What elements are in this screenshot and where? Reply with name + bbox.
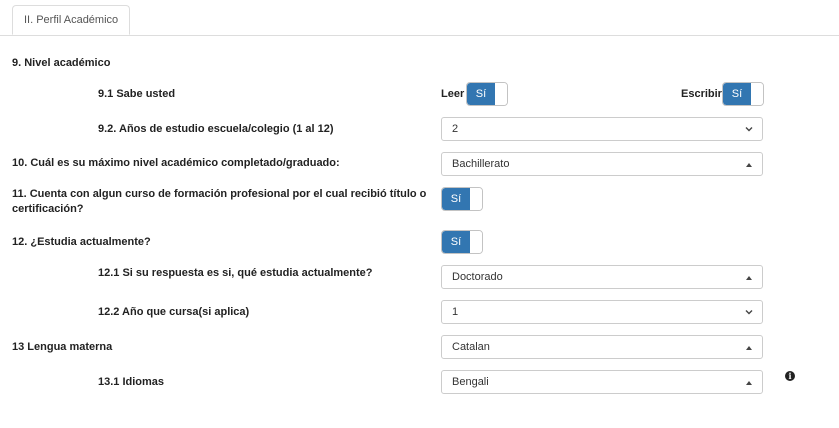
escribir-toggle[interactable]: Sí bbox=[722, 82, 764, 106]
anio-cursa-value: 1 bbox=[452, 306, 459, 318]
anios-estudio-value: 2 bbox=[452, 123, 459, 135]
q10-label: 10. Cuál es su máximo nivel académico co… bbox=[12, 157, 340, 169]
idiomas-value: Bengali bbox=[452, 376, 489, 388]
chevron-down-icon bbox=[745, 127, 753, 132]
q12-2-label: 12.2 Año que cursa(si aplica) bbox=[98, 306, 250, 318]
chevron-down-icon bbox=[745, 310, 753, 315]
idiomas-select[interactable]: Bengali bbox=[441, 370, 763, 394]
que-estudia-select[interactable]: Doctorado bbox=[441, 265, 763, 289]
curso-formacion-toggle[interactable]: Sí bbox=[441, 187, 483, 211]
anios-estudio-select[interactable]: 2 bbox=[441, 117, 763, 141]
toggle-knob bbox=[471, 188, 482, 210]
caret-up-icon bbox=[746, 276, 752, 280]
estudia-actualmente-toggle-on: Sí bbox=[442, 231, 470, 253]
q9-1-label: 9.1 Sabe usted bbox=[98, 88, 176, 100]
q12-label: 12. ¿Estudia actualmente? bbox=[12, 236, 151, 248]
lengua-materna-select[interactable]: Catalan bbox=[441, 335, 763, 359]
q13-label: 13 Lengua materna bbox=[12, 341, 113, 353]
info-circle-icon[interactable]: i bbox=[785, 371, 795, 381]
q11-label-line1: 11. Cuenta con algun curso de formación … bbox=[12, 188, 427, 200]
tab-bar: II. Perfil Académico bbox=[0, 0, 839, 36]
estudia-actualmente-toggle[interactable]: Sí bbox=[441, 230, 483, 254]
leer-label: Leer bbox=[441, 88, 465, 100]
leer-toggle[interactable]: Sí bbox=[466, 82, 508, 106]
nivel-academico-value: Bachillerato bbox=[452, 158, 510, 170]
nivel-academico-select[interactable]: Bachillerato bbox=[441, 152, 763, 176]
q12-1-label: 12.1 Si su respuesta es si, qué estudia … bbox=[98, 267, 373, 279]
leer-toggle-on: Sí bbox=[467, 83, 495, 105]
caret-up-icon bbox=[746, 346, 752, 350]
toggle-knob bbox=[496, 83, 507, 105]
toggle-knob bbox=[752, 83, 763, 105]
curso-formacion-toggle-on: Sí bbox=[442, 188, 470, 210]
caret-up-icon bbox=[746, 381, 752, 385]
caret-up-icon bbox=[746, 163, 752, 167]
q9-2-label: 9.2. Años de estudio escuela/colegio (1 … bbox=[98, 123, 334, 135]
section-title: 9. Nivel académico bbox=[12, 57, 111, 69]
lengua-materna-value: Catalan bbox=[452, 341, 490, 353]
q13-1-label: 13.1 Idiomas bbox=[98, 376, 165, 388]
que-estudia-value: Doctorado bbox=[452, 271, 503, 283]
escribir-label: Escribir bbox=[681, 88, 722, 100]
toggle-knob bbox=[471, 231, 482, 253]
q11-label-line2: certificación? bbox=[12, 203, 84, 215]
anio-cursa-select[interactable]: 1 bbox=[441, 300, 763, 324]
tab-perfil-academico[interactable]: II. Perfil Académico bbox=[12, 5, 131, 35]
escribir-toggle-on: Sí bbox=[723, 83, 751, 105]
